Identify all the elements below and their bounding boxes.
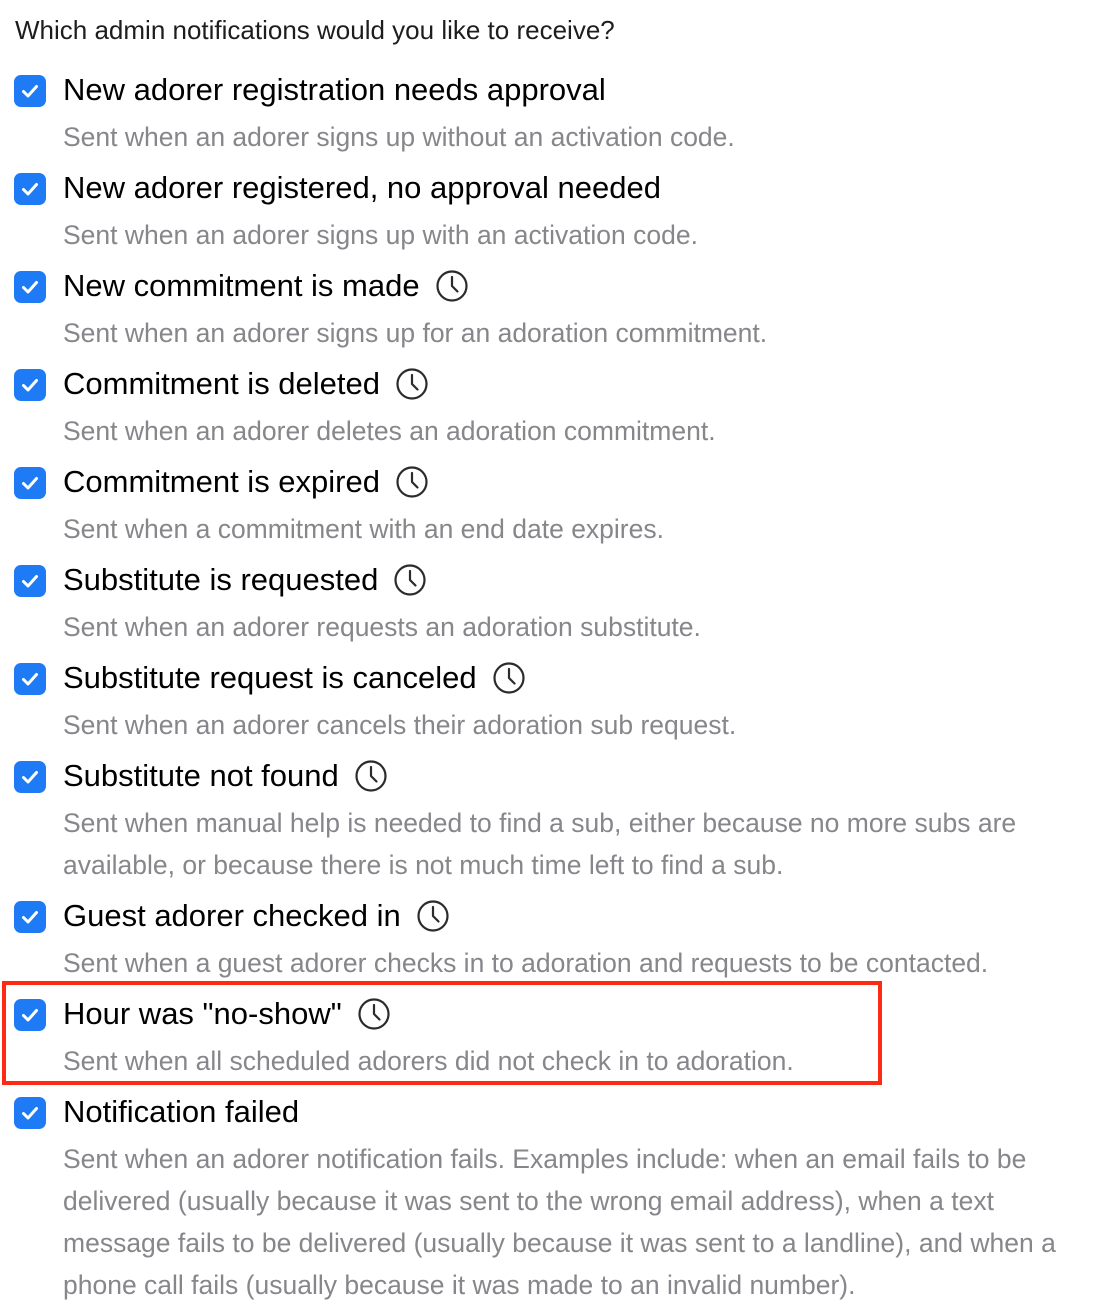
notification-title-row: Guest adorer checked in bbox=[63, 896, 450, 936]
notification-title: Substitute is requested bbox=[63, 562, 379, 597]
checkmark-icon bbox=[19, 570, 41, 592]
notification-title: New adorer registration needs approval bbox=[63, 72, 606, 107]
checkmark-icon bbox=[19, 1102, 41, 1124]
notification-title: Hour was "no-show" bbox=[63, 996, 342, 1031]
clock-icon bbox=[395, 465, 429, 499]
notification-description: Sent when an adorer signs up with an act… bbox=[63, 220, 698, 250]
checkmark-icon bbox=[19, 668, 41, 690]
notification-title: Substitute request is canceled bbox=[63, 660, 477, 695]
notification-description: Sent when an adorer signs up for an ador… bbox=[63, 318, 768, 348]
notification-description: Sent when a guest adorer checks in to ad… bbox=[63, 948, 989, 978]
clock-icon bbox=[435, 269, 469, 303]
notification-title-row: New commitment is made bbox=[63, 266, 469, 306]
notification-title: New adorer registered, no approval neede… bbox=[63, 170, 661, 205]
notification-title: Substitute not found bbox=[63, 758, 339, 793]
notification-description: Sent when manual help is needed to find … bbox=[63, 808, 1017, 880]
notification-description: Sent when an adorer cancels their adorat… bbox=[63, 710, 737, 740]
checkmark-icon bbox=[19, 374, 41, 396]
notification-description: Sent when a commitment with an end date … bbox=[63, 514, 664, 544]
notification-title-row: Hour was "no-show" bbox=[63, 994, 391, 1034]
question-heading: Which admin notifications would you like… bbox=[15, 15, 615, 45]
notification-checkbox[interactable] bbox=[14, 173, 46, 205]
notification-checkbox[interactable] bbox=[14, 663, 46, 695]
notification-title-row: Substitute not found bbox=[63, 756, 388, 796]
checkmark-icon bbox=[19, 1004, 41, 1026]
checkmark-icon bbox=[19, 80, 41, 102]
notification-description: Sent when an adorer signs up without an … bbox=[63, 122, 735, 152]
notification-title: Guest adorer checked in bbox=[63, 898, 401, 933]
notification-title-row: Commitment is expired bbox=[63, 462, 429, 502]
clock-icon bbox=[395, 367, 429, 401]
checkmark-icon bbox=[19, 906, 41, 928]
clock-icon bbox=[492, 661, 526, 695]
notification-title: Notification failed bbox=[63, 1094, 300, 1129]
notification-checkbox[interactable] bbox=[14, 901, 46, 933]
notification-description: Sent when an adorer notification fails. … bbox=[63, 1144, 1056, 1300]
clock-icon bbox=[393, 563, 427, 597]
notification-title: New commitment is made bbox=[63, 268, 420, 303]
notification-checkbox[interactable] bbox=[14, 467, 46, 499]
notification-checkbox[interactable] bbox=[14, 369, 46, 401]
notification-checkbox[interactable] bbox=[14, 271, 46, 303]
notification-title: Commitment is expired bbox=[63, 464, 380, 499]
notification-title-row: New adorer registration needs approval bbox=[63, 70, 606, 110]
notification-checkbox[interactable] bbox=[14, 999, 46, 1031]
checkmark-icon bbox=[19, 178, 41, 200]
notification-checkbox[interactable] bbox=[14, 1097, 46, 1129]
notification-checkbox[interactable] bbox=[14, 75, 46, 107]
notification-title-row: Commitment is deleted bbox=[63, 364, 429, 404]
checkmark-icon bbox=[19, 276, 41, 298]
notification-description: Sent when an adorer deletes an adoration… bbox=[63, 416, 716, 446]
notification-description: Sent when all scheduled adorers did not … bbox=[63, 1046, 794, 1076]
checkmark-icon bbox=[19, 472, 41, 494]
notification-checkbox[interactable] bbox=[14, 761, 46, 793]
clock-icon bbox=[416, 899, 450, 933]
notification-title-row: Substitute request is canceled bbox=[63, 658, 526, 698]
notification-title-row: New adorer registered, no approval neede… bbox=[63, 168, 661, 208]
notification-title-row: Notification failed bbox=[63, 1092, 299, 1132]
clock-icon bbox=[354, 759, 388, 793]
notification-title-row: Substitute is requested bbox=[63, 560, 427, 600]
notification-checkbox[interactable] bbox=[14, 565, 46, 597]
notification-title: Commitment is deleted bbox=[63, 366, 381, 401]
notification-description: Sent when an adorer requests an adoratio… bbox=[63, 612, 701, 642]
clock-icon bbox=[357, 997, 391, 1031]
checkmark-icon bbox=[19, 766, 41, 788]
